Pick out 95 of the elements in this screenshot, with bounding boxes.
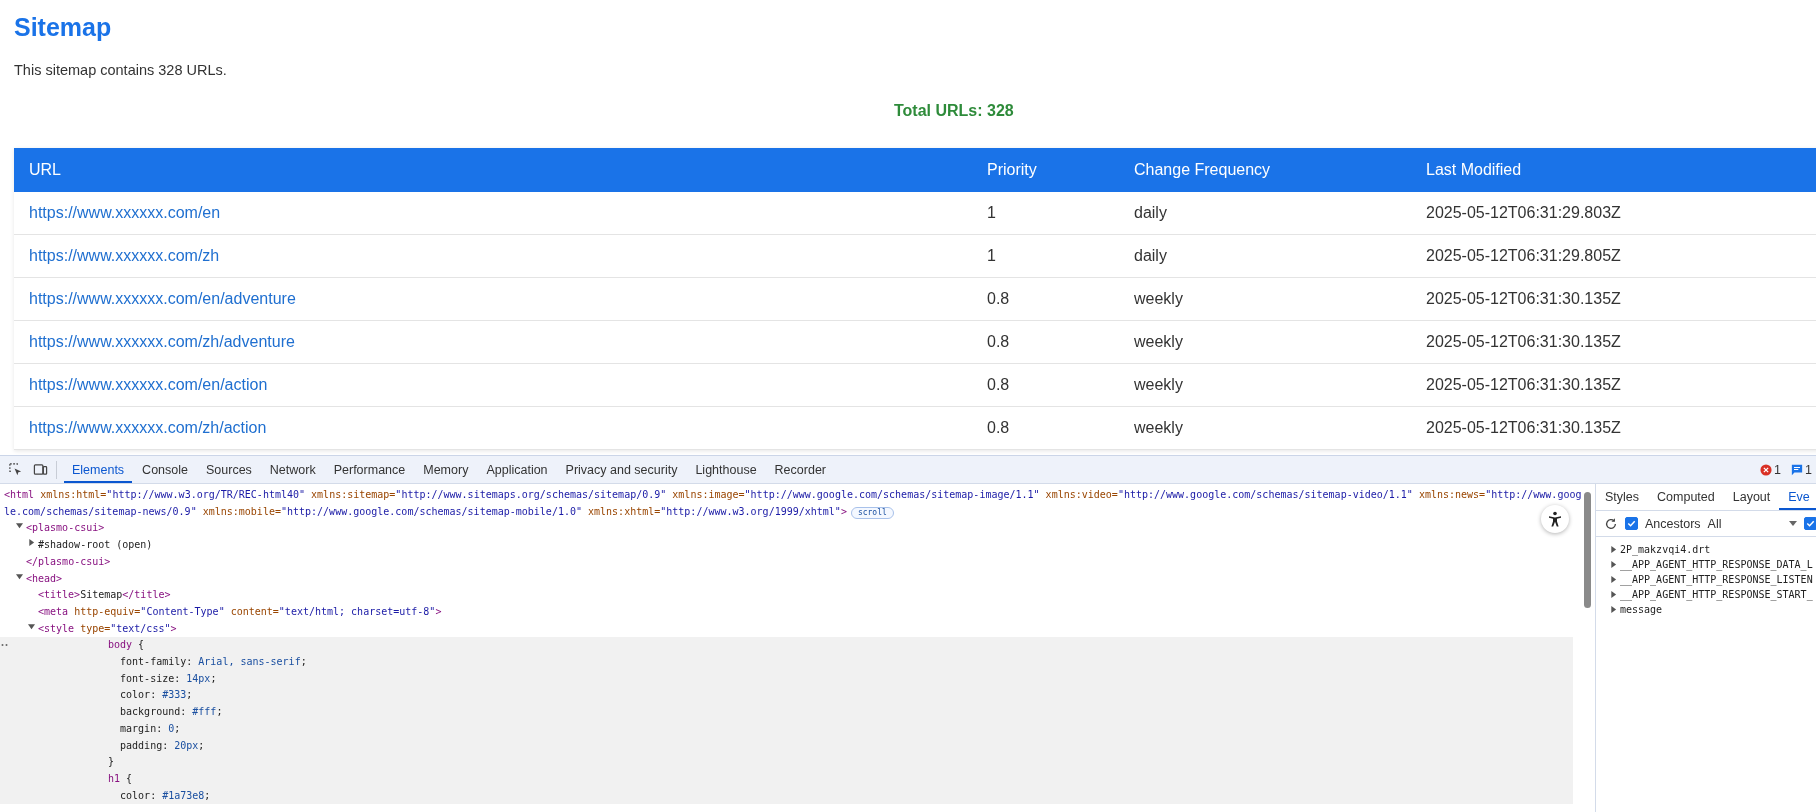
code-line: <plasmo-csui> (26, 522, 105, 534)
url-link[interactable]: https://www.xxxxxx.com/en/action (29, 376, 268, 393)
accessibility-icon (1547, 511, 1563, 527)
ancestors-label: Ancestors (1645, 516, 1701, 531)
column-header: URL (14, 148, 972, 192)
code-line: font-family: Arial, sans-serif; (119, 656, 307, 668)
code-line: font-size: 14px; (119, 672, 217, 684)
devtools-tab[interactable]: Elements (64, 456, 133, 483)
code-line: h1 { (108, 772, 133, 784)
expanded-triangle-icon[interactable] (16, 572, 23, 580)
table-cell: 0.8 (972, 277, 1119, 321)
table-cell: 0.8 (972, 363, 1119, 407)
code-line: <style type="text/css"> (38, 622, 177, 634)
listener-name[interactable]: __APP_AGENT_HTTP_RESPONSE_LISTEN (1620, 572, 1813, 587)
message-count[interactable]: 1 (1805, 462, 1812, 477)
code-line: <title>Sitemap</title> (38, 589, 171, 601)
summary-text: This sitemap contains 328 URLs. (14, 61, 228, 79)
table-cell: weekly (1119, 320, 1411, 364)
table-cell: daily (1119, 192, 1411, 235)
error-count[interactable]: 1 (1774, 462, 1782, 477)
code-line: margin: 0; (119, 722, 181, 734)
checkbox[interactable] (1625, 517, 1638, 530)
code-line: color: #1a73e8; (119, 789, 211, 801)
listener-name[interactable]: __APP_AGENT_HTTP_RESPONSE_DATA_L (1620, 557, 1813, 572)
devtools-tab[interactable]: Recorder (766, 456, 834, 483)
table-cell: 2025-05-12T06:31:30.135Z (1411, 320, 1816, 364)
table-cell: daily (1119, 234, 1411, 278)
caret-icon[interactable] (1788, 521, 1797, 526)
code-line: <head> (26, 572, 63, 584)
listener-name[interactable]: __APP_AGENT_HTTP_RESPONSE_START_ (1620, 587, 1813, 602)
devtools-tab[interactable]: Console (134, 456, 196, 483)
table-cell: 2025-05-12T06:31:30.135Z (1411, 363, 1816, 407)
url-link[interactable]: https://www.xxxxxx.com/zh/adventure (29, 333, 295, 350)
devtools-tab[interactable]: Performance (325, 456, 414, 483)
url-link[interactable]: https://www.xxxxxx.com/zh/action (29, 419, 267, 436)
ellipsis-icon[interactable] (1, 643, 9, 648)
panel-tab[interactable]: Computed (1648, 484, 1724, 510)
column-header: Priority (972, 148, 1119, 192)
table-cell: weekly (1119, 277, 1411, 321)
table-cell: 0.8 (972, 406, 1119, 450)
table-cell: 2025-05-12T06:31:29.803Z (1411, 192, 1816, 235)
devtools-tab[interactable]: Sources (198, 456, 260, 483)
table-cell: 1 (972, 192, 1119, 235)
collapsed-triangle-icon[interactable] (1610, 606, 1617, 613)
table-cell: 0.8 (972, 320, 1119, 364)
url-link[interactable]: https://www.xxxxxx.com/zh (29, 247, 220, 264)
code-line: le.com/schemas/sitemap-news/0.9" xmlns:mobile="http://www.google.com/schemas/sitemap-mobile/1.0" xmlns:xhtml="http://www.w3.org/1999/xhtml"> (4, 505, 847, 517)
listener-name[interactable]: 2P_makzvqi4.drt (1620, 542, 1711, 557)
devtools-tab[interactable]: Network (261, 456, 324, 483)
code-line: #shadow-root (open) (38, 539, 153, 551)
url-link[interactable]: https://www.xxxxxx.com/en (29, 204, 221, 221)
code-line: <meta http-equiv="Content-Type" content="text/html; charset=utf-8"> (38, 605, 442, 617)
table-cell: weekly (1119, 406, 1411, 450)
url-link[interactable]: https://www.xxxxxx.com/en/adventure (29, 290, 296, 307)
error-icon (1760, 463, 1773, 476)
accessibility-button[interactable] (1541, 505, 1569, 533)
column-header: Last Modified (1411, 148, 1816, 192)
table-cell: weekly (1119, 363, 1411, 407)
table-cell: 2025-05-12T06:31:30.135Z (1411, 277, 1816, 321)
refresh-icon[interactable] (1604, 516, 1618, 531)
collapsed-triangle-icon[interactable] (28, 539, 35, 547)
code-line: color: #333; (119, 689, 193, 701)
code-line: padding: 20px; (119, 739, 205, 751)
code-line: </plasmo-csui> (26, 555, 111, 567)
table-cell: 2025-05-12T06:31:30.135Z (1411, 406, 1816, 450)
panel-tab[interactable]: Styles (1596, 484, 1649, 510)
scope-dropdown[interactable]: All (1707, 516, 1722, 531)
devtools-tab[interactable]: Application (478, 456, 556, 483)
code-line: background: #fff; (119, 706, 223, 718)
expanded-triangle-icon[interactable] (16, 522, 23, 530)
table-cell: 2025-05-12T06:31:29.805Z (1411, 234, 1816, 278)
devtools-tab[interactable]: Privacy and security (557, 456, 686, 483)
code-line: body { (108, 639, 145, 651)
devtools-tab[interactable]: Lighthouse (687, 456, 765, 483)
total-urls: Total URLs: 328 (894, 101, 1014, 121)
message-icon (1791, 463, 1804, 476)
collapsed-triangle-icon[interactable] (1610, 591, 1617, 598)
collapsed-triangle-icon[interactable] (1610, 546, 1617, 553)
scroll-badge[interactable]: scroll (850, 506, 894, 519)
page-title: Sitemap (14, 12, 113, 42)
scrollbar-thumb[interactable] (1584, 492, 1591, 608)
panel-tab[interactable]: Layout (1723, 484, 1780, 510)
inspect-icon[interactable] (8, 462, 23, 477)
checkbox[interactable] (1803, 517, 1816, 530)
collapsed-triangle-icon[interactable] (1610, 561, 1617, 568)
device-icon[interactable] (33, 462, 48, 477)
table-cell: 1 (972, 234, 1119, 278)
panel-tab[interactable]: Eve (1779, 484, 1816, 510)
devtools-tab[interactable]: Memory (415, 456, 477, 483)
code-line: } (108, 756, 115, 768)
expanded-triangle-icon[interactable] (28, 622, 35, 630)
listener-name[interactable]: message (1620, 602, 1663, 617)
code-line: <html xmlns:html="http://www.w3.org/TR/REC-html40" xmlns:sitemap="http://www.sitemaps.org/schemas/sitemap/0.9" xmlns:image="http://www.google.com/schemas/sitemap-image/1.1" xmlns:video="http://www.google.com/schemas/sitemap-video/1.1" xmlns:news="http://www.goog (4, 489, 1582, 500)
column-header: Change Frequency (1119, 148, 1411, 192)
collapsed-triangle-icon[interactable] (1610, 576, 1617, 583)
